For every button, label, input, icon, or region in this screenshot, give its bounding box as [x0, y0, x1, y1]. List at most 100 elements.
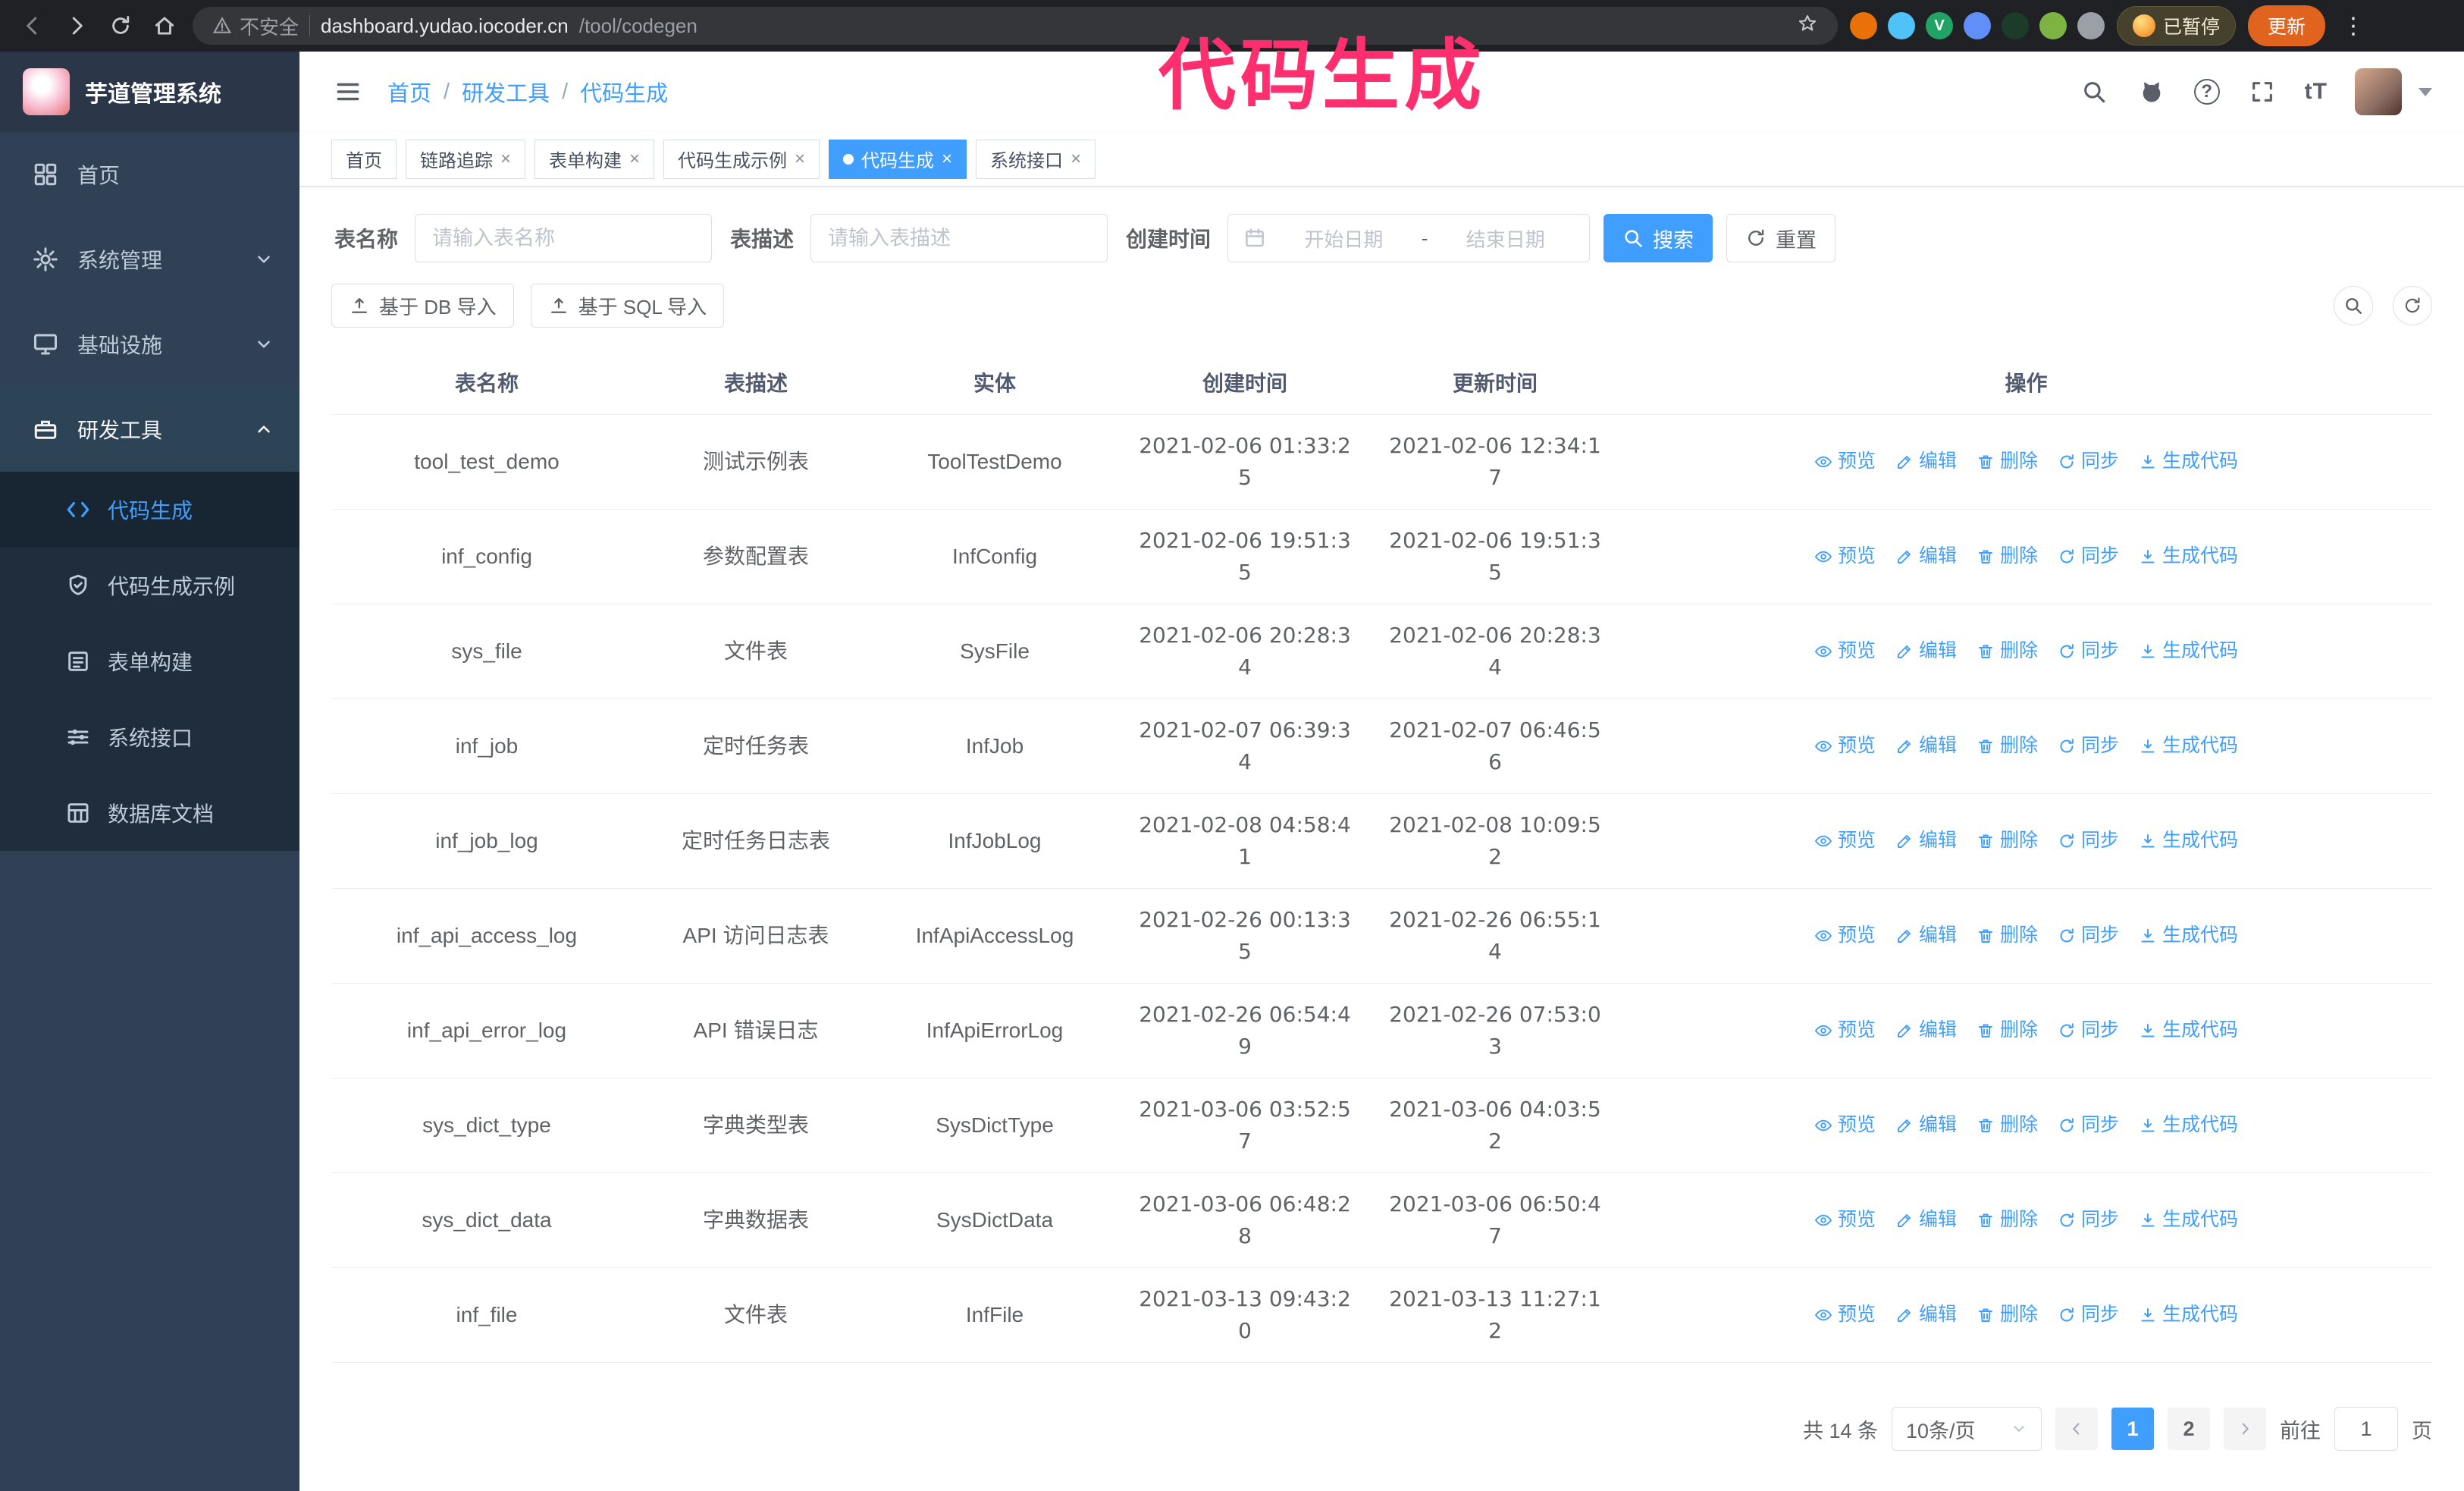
page-button-1[interactable]: 1 [2111, 1408, 2154, 1450]
action-preview[interactable]: 预览 [1814, 542, 1876, 571]
extension-dark-icon[interactable] [2002, 12, 2029, 39]
sidebar-item-codegen-demo[interactable]: 代码生成示例 [0, 548, 299, 623]
close-icon[interactable]: × [1071, 149, 1081, 168]
toggle-search-button[interactable] [2334, 286, 2373, 325]
action-generate-code[interactable]: 生成代码 [2139, 1016, 2238, 1045]
table-desc-input[interactable] [810, 214, 1108, 262]
goto-page-input[interactable] [2334, 1407, 2398, 1451]
page-button-2[interactable]: 2 [2168, 1408, 2210, 1450]
action-edit[interactable]: 编辑 [1895, 921, 1957, 950]
action-edit[interactable]: 编辑 [1895, 1301, 1957, 1329]
sidebar-item-form-builder[interactable]: 表单构建 [0, 623, 299, 699]
action-preview[interactable]: 预览 [1814, 1111, 1876, 1140]
browser-back-icon[interactable] [17, 10, 49, 42]
import-sql-button[interactable]: 基于 SQL 导入 [530, 284, 725, 328]
tab-system-api[interactable]: 系统接口 × [976, 139, 1096, 179]
browser-menu-icon[interactable]: ⋮ [2337, 13, 2369, 39]
action-preview[interactable]: 预览 [1814, 921, 1876, 950]
search-button[interactable]: 搜索 [1603, 214, 1713, 262]
action-sync[interactable]: 同步 [2058, 1206, 2119, 1235]
action-generate-code[interactable]: 生成代码 [2139, 1301, 2238, 1329]
action-sync[interactable]: 同步 [2058, 1111, 2119, 1140]
import-db-button[interactable]: 基于 DB 导入 [331, 284, 514, 328]
action-edit[interactable]: 编辑 [1895, 1016, 1957, 1045]
close-icon[interactable]: × [500, 149, 511, 168]
sidebar-item-system-api[interactable]: 系统接口 [0, 699, 299, 775]
bookmark-star-icon[interactable] [1797, 13, 1818, 39]
action-sync[interactable]: 同步 [2058, 827, 2119, 855]
action-delete[interactable]: 删除 [1977, 542, 2038, 571]
action-generate-code[interactable]: 生成代码 [2139, 732, 2238, 761]
extensions-puzzle-icon[interactable] [2077, 12, 2105, 39]
action-generate-code[interactable]: 生成代码 [2139, 637, 2238, 666]
profile-paused-badge[interactable]: 已暂停 [2117, 6, 2237, 46]
action-generate-code[interactable]: 生成代码 [2139, 1111, 2238, 1140]
start-date-placeholder[interactable]: 开始日期 [1275, 224, 1412, 253]
action-edit[interactable]: 编辑 [1895, 1206, 1957, 1235]
sidebar-item-dev-tools[interactable]: 研发工具 [0, 387, 299, 472]
extension-people-icon[interactable] [1964, 12, 1991, 39]
font-size-icon[interactable]: tT [2305, 79, 2328, 105]
action-generate-code[interactable]: 生成代码 [2139, 921, 2238, 950]
date-range-picker[interactable]: 开始日期 - 结束日期 [1227, 214, 1591, 262]
address-bar[interactable]: 不安全 dashboard.yudao.iocoder.cn /tool/cod… [193, 7, 1838, 45]
prev-page-button[interactable] [2055, 1408, 2098, 1450]
action-delete[interactable]: 删除 [1977, 1111, 2038, 1140]
sidebar-item-home[interactable]: 首页 [0, 132, 299, 217]
action-preview[interactable]: 预览 [1814, 1016, 1876, 1045]
action-generate-code[interactable]: 生成代码 [2139, 827, 2238, 855]
search-icon[interactable] [2079, 77, 2109, 107]
close-icon[interactable]: × [795, 149, 805, 168]
fullscreen-icon[interactable] [2247, 77, 2277, 107]
action-sync[interactable]: 同步 [2058, 921, 2119, 950]
action-generate-code[interactable]: 生成代码 [2139, 542, 2238, 571]
extension-green-icon[interactable] [2039, 12, 2067, 39]
action-sync[interactable]: 同步 [2058, 542, 2119, 571]
tab-form-builder[interactable]: 表单构建 × [534, 139, 655, 179]
extension-blue-icon[interactable] [1888, 12, 1915, 39]
action-sync[interactable]: 同步 [2058, 1301, 2119, 1329]
breadcrumb-home[interactable]: 首页 [387, 76, 431, 108]
action-preview[interactable]: 预览 [1814, 1206, 1876, 1235]
action-sync[interactable]: 同步 [2058, 637, 2119, 666]
close-icon[interactable]: × [942, 149, 952, 168]
action-delete[interactable]: 删除 [1977, 732, 2038, 761]
reset-button[interactable]: 重置 [1726, 214, 1836, 262]
action-delete[interactable]: 删除 [1977, 1301, 2038, 1329]
avatar[interactable] [2355, 68, 2402, 115]
action-edit[interactable]: 编辑 [1895, 1111, 1957, 1140]
breadcrumb-dev-tools[interactable]: 研发工具 [462, 76, 550, 108]
action-edit[interactable]: 编辑 [1895, 637, 1957, 666]
tab-trace[interactable]: 链路追踪 × [406, 139, 526, 179]
sidebar-item-codegen[interactable]: 代码生成 [0, 472, 299, 548]
action-delete[interactable]: 删除 [1977, 921, 2038, 950]
hamburger-icon[interactable] [331, 75, 365, 108]
browser-update-button[interactable]: 更新 [2248, 5, 2326, 46]
action-sync[interactable]: 同步 [2058, 1016, 2119, 1045]
action-generate-code[interactable]: 生成代码 [2139, 447, 2238, 476]
refresh-table-button[interactable] [2393, 286, 2432, 325]
tab-codegen[interactable]: 代码生成 × [829, 139, 967, 179]
action-delete[interactable]: 删除 [1977, 1206, 2038, 1235]
action-edit[interactable]: 编辑 [1895, 827, 1957, 855]
sidebar-item-system-management[interactable]: 系统管理 [0, 217, 299, 302]
page-size-select[interactable]: 10条/页 [1892, 1407, 2042, 1451]
sidebar-item-infrastructure[interactable]: 基础设施 [0, 302, 299, 387]
extension-v-icon[interactable]: V [1926, 12, 1953, 39]
action-preview[interactable]: 预览 [1814, 827, 1876, 855]
extension-orange-icon[interactable] [1850, 12, 1877, 39]
action-delete[interactable]: 删除 [1977, 827, 2038, 855]
action-sync[interactable]: 同步 [2058, 447, 2119, 476]
action-preview[interactable]: 预览 [1814, 732, 1876, 761]
browser-reload-icon[interactable] [105, 10, 136, 42]
action-edit[interactable]: 编辑 [1895, 447, 1957, 476]
action-edit[interactable]: 编辑 [1895, 542, 1957, 571]
action-edit[interactable]: 编辑 [1895, 732, 1957, 761]
action-preview[interactable]: 预览 [1814, 1301, 1876, 1329]
security-warning[interactable]: 不安全 [212, 12, 299, 40]
action-delete[interactable]: 删除 [1977, 1016, 2038, 1045]
tab-codegen-demo[interactable]: 代码生成示例 × [663, 139, 820, 179]
browser-home-icon[interactable] [149, 10, 180, 42]
end-date-placeholder[interactable]: 结束日期 [1437, 224, 1574, 253]
help-icon[interactable]: ? [2193, 79, 2220, 105]
